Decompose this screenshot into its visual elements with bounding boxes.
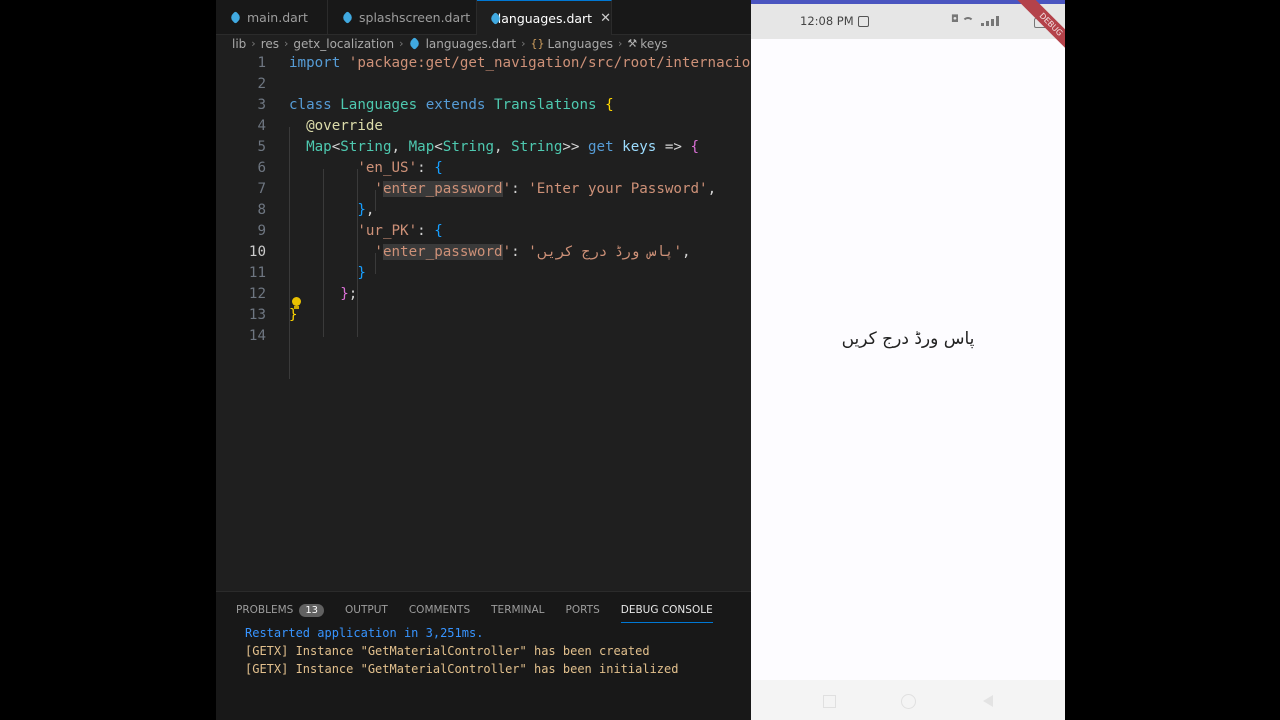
breadcrumb-item[interactable]: res bbox=[261, 37, 279, 51]
dart-file-icon bbox=[342, 12, 353, 23]
android-nav-bar bbox=[751, 680, 1065, 720]
code-line[interactable]: 1 import 'package:get/get_navigation/src/… bbox=[216, 53, 751, 74]
status-time: 12:08 PM bbox=[800, 14, 854, 28]
line-number: 9 bbox=[257, 223, 266, 239]
code-line[interactable]: 2 bbox=[216, 74, 751, 95]
class-symbol-icon: {} bbox=[530, 37, 545, 50]
tab-comments[interactable]: COMMENTS bbox=[409, 601, 470, 619]
code-text: 'en_US': { bbox=[357, 160, 443, 176]
breadcrumb-item[interactable]: getx_localization bbox=[293, 37, 394, 51]
code-text: }; bbox=[340, 286, 358, 302]
code-editor: main.dart splashscreen.dart languages.da… bbox=[216, 0, 751, 720]
bottom-panel: PROBLEMS 13 OUTPUT COMMENTS TERMINAL POR… bbox=[216, 591, 751, 720]
tab-terminal[interactable]: TERMINAL bbox=[491, 601, 544, 619]
dart-file-icon bbox=[490, 13, 492, 24]
line-number: 5 bbox=[257, 139, 266, 155]
code-line[interactable]: 9 'ur_PK': { bbox=[216, 221, 751, 242]
notification-icon bbox=[858, 16, 869, 27]
code-text: }, bbox=[357, 202, 375, 218]
debug-banner: DEBUG bbox=[1014, 0, 1065, 61]
signal-icon bbox=[981, 16, 1003, 26]
code-line[interactable]: 5 Map<String, Map<String, String>> get k… bbox=[216, 137, 751, 158]
breadcrumb-item[interactable]: lib bbox=[232, 37, 246, 51]
wifi-icon bbox=[962, 17, 974, 24]
code-text: } bbox=[289, 307, 298, 323]
code-text: @override bbox=[306, 118, 383, 134]
tab-label: DEBUG CONSOLE bbox=[620, 604, 713, 616]
tab-label: PORTS bbox=[565, 604, 600, 616]
tab-ports[interactable]: PORTS bbox=[566, 601, 600, 619]
code-text: Map<String, Map<String, String>> get key… bbox=[306, 139, 700, 155]
chevron-right-icon: › bbox=[399, 37, 404, 50]
code-line[interactable]: 7 'enter_password': 'Enter your Password… bbox=[216, 179, 751, 200]
chevron-right-icon: › bbox=[251, 37, 256, 50]
tab-problems[interactable]: PROBLEMS 13 bbox=[236, 601, 325, 619]
dart-file-icon bbox=[230, 12, 241, 23]
line-number: 2 bbox=[257, 76, 266, 92]
breadcrumb-item[interactable]: keys bbox=[640, 37, 667, 51]
code-line[interactable]: 10 'enter_password': 'پاس ورڈ درج کریں', bbox=[216, 242, 751, 263]
line-number: 3 bbox=[257, 97, 266, 113]
tab-debug-console[interactable]: DEBUG CONSOLE bbox=[620, 601, 713, 623]
code-line[interactable]: 4 @override bbox=[216, 116, 751, 137]
breadcrumb-item[interactable]: Languages bbox=[548, 37, 613, 51]
line-number: 13 bbox=[248, 307, 266, 323]
code-line[interactable]: 3 class Languages extends Translations { bbox=[216, 95, 751, 116]
vibrate-icon: ◘ bbox=[951, 14, 959, 25]
tab-main-dart[interactable]: main.dart bbox=[216, 0, 328, 34]
line-number: 7 bbox=[257, 181, 266, 197]
wrench-icon: ⚒ bbox=[627, 37, 638, 50]
tab-label: COMMENTS bbox=[408, 604, 471, 616]
code-line[interactable]: 8 }, bbox=[216, 200, 751, 221]
tab-label: TERMINAL bbox=[491, 604, 545, 616]
chevron-right-icon: › bbox=[618, 37, 623, 50]
code-text: 'ur_PK': { bbox=[357, 223, 443, 239]
code-line[interactable]: 14 bbox=[216, 326, 751, 347]
home-icon[interactable] bbox=[901, 694, 916, 709]
panel-tab-bar: PROBLEMS 13 OUTPUT COMMENTS TERMINAL POR… bbox=[236, 601, 734, 623]
tab-label: splashscreen.dart bbox=[359, 9, 471, 25]
tab-label: languages.dart bbox=[497, 10, 593, 26]
code-text: 'enter_password': 'Enter your Password', bbox=[374, 181, 717, 197]
chevron-right-icon: › bbox=[284, 37, 289, 50]
status-bar: 12:08 PM ◘ DEBUG bbox=[751, 0, 1065, 61]
recents-icon[interactable] bbox=[823, 695, 836, 708]
code-text: import 'package:get/get_navigation/src/r… bbox=[289, 55, 751, 71]
dart-file-icon bbox=[409, 38, 420, 49]
tab-languages-dart[interactable]: languages.dart ✕ bbox=[477, 0, 612, 35]
back-icon[interactable] bbox=[983, 695, 993, 707]
tab-output[interactable]: OUTPUT bbox=[345, 601, 388, 619]
code-text: } bbox=[357, 265, 366, 281]
tab-label: PROBLEMS bbox=[236, 604, 294, 616]
code-line[interactable]: 13} bbox=[216, 305, 751, 326]
localized-password-text: پاس ورڈ درج کریں bbox=[841, 329, 975, 349]
console-line: [GETX] Instance "GetMaterialController" … bbox=[245, 662, 679, 676]
tab-label: OUTPUT bbox=[345, 604, 388, 616]
tab-label: main.dart bbox=[247, 9, 308, 25]
line-number: 6 bbox=[257, 160, 266, 176]
code-text: 'enter_password': 'پاس ورڈ درج کریں', bbox=[374, 244, 691, 260]
console-line: Restarted application in 3,251ms. bbox=[245, 626, 484, 640]
line-number: 10 bbox=[248, 244, 266, 260]
breadcrumb: lib › res › getx_localization › language… bbox=[232, 35, 668, 52]
editor-tab-bar: main.dart splashscreen.dart languages.da… bbox=[216, 0, 751, 35]
line-number: 8 bbox=[257, 202, 266, 218]
line-number: 1 bbox=[257, 55, 266, 71]
close-tab-icon[interactable]: ✕ bbox=[600, 11, 611, 26]
line-number: 14 bbox=[248, 328, 266, 344]
line-number: 12 bbox=[248, 286, 266, 302]
phone-emulator: 12:08 PM ◘ DEBUG پاس ورڈ درج کریں bbox=[751, 0, 1065, 720]
console-line: [GETX] Instance "GetMaterialController" … bbox=[245, 644, 650, 658]
tab-splashscreen-dart[interactable]: splashscreen.dart bbox=[328, 0, 477, 34]
code-text: class Languages extends Translations { bbox=[289, 97, 614, 113]
line-number: 11 bbox=[248, 265, 266, 281]
chevron-right-icon: › bbox=[521, 37, 526, 50]
problems-count-badge: 13 bbox=[299, 603, 325, 617]
line-number: 4 bbox=[257, 118, 266, 134]
breadcrumb-item[interactable]: languages.dart bbox=[426, 37, 517, 51]
code-line[interactable]: 6 'en_US': { bbox=[216, 158, 751, 179]
code-line[interactable]: 11 } bbox=[216, 263, 751, 284]
code-line[interactable]: 12 }; bbox=[216, 284, 751, 305]
